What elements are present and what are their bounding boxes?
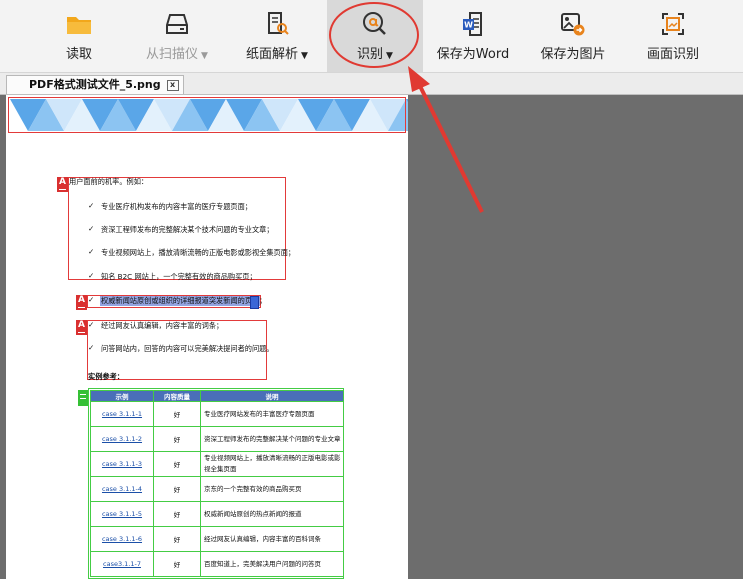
table-row: case 3.1.1-6 好 经过网友认真编辑，内容丰富的百科词条	[90, 526, 344, 552]
quality-cell: 好	[153, 526, 201, 552]
check-icon: ✓	[88, 247, 95, 256]
description-cell: 经过网友认真编辑，内容丰富的百科词条	[200, 526, 344, 552]
word-icon: W	[463, 12, 482, 36]
case-link[interactable]: case 3.1.1-5	[90, 501, 154, 527]
screen-recognize-icon	[662, 13, 684, 35]
image-save-icon	[561, 13, 585, 36]
check-icon: ✓	[88, 224, 95, 233]
from-scanner-label: 从扫描仪	[146, 47, 199, 62]
table-row: case3.1.1-7 好 百度知道上，完美解决用户问题的问答页	[90, 551, 344, 577]
document-tab[interactable]: PDF格式测试文件_5.png x	[6, 75, 184, 94]
check-icon: ✓	[88, 320, 95, 329]
document-tab-title: PDF格式测试文件_5.png	[29, 78, 161, 91]
text-region-marker[interactable]: A	[57, 177, 68, 192]
read-button[interactable]: 读取	[48, 0, 110, 72]
quality-cell: 好	[153, 426, 201, 452]
case-link[interactable]: case3.1.1-7	[90, 551, 154, 577]
scanner-icon	[166, 14, 188, 34]
paper-analysis-button[interactable]: 纸面解析 ▼	[236, 0, 318, 72]
screen-recognize-button[interactable]: 画面识别	[632, 0, 714, 72]
banner-region-box	[8, 97, 406, 133]
document-analyze-icon	[268, 12, 289, 35]
case-link[interactable]: case 3.1.1-2	[90, 426, 154, 452]
save-as-image-label: 保存为图片	[540, 47, 606, 62]
table-row: case 3.1.1-2 好 资深工程师发布的完整解决某个问题的专业文章	[90, 426, 344, 452]
table-header: 说明	[200, 390, 344, 402]
text-region-marker[interactable]: A	[76, 295, 87, 310]
case-link[interactable]: case 3.1.1-6	[90, 526, 154, 552]
check-icon: ✓	[88, 201, 95, 210]
bullet-text: 知名 B2C 网站上，一个完整有效的商品购买页；	[101, 272, 257, 281]
description-cell: 专业医疗网站发布的丰富医疗专题页面	[200, 401, 344, 427]
case-link[interactable]: case 3.1.1-4	[90, 476, 154, 502]
bullet-text: 专业医疗机构发布的内容丰富的医疗专题页面；	[101, 202, 252, 211]
reference-table: 示例 内容质量 说明 case 3.1.1-1 好 专业医疗网站发布的丰富医疗专…	[90, 390, 344, 577]
bullet-text: 经过网友认真编辑，内容丰富的词条；	[101, 321, 224, 330]
quality-cell: 好	[153, 476, 201, 502]
main-toolbar: 读取 从扫描仪 ▼ 纸面解析 ▼ 识别 ▼ W 保存为Word 保存为图片 画面…	[0, 0, 743, 73]
close-icon[interactable]: x	[166, 80, 179, 91]
folder-icon	[67, 17, 91, 34]
document-page: A 用户面前的机率。例如： ✓ 专业医疗机构发布的内容丰富的医疗专题页面； ✓ …	[6, 95, 408, 579]
image-region-marker[interactable]	[250, 296, 259, 309]
table-row: case 3.1.1-3 好 专业视频网站上，播放清晰流畅的正版电影或影视全集页…	[90, 451, 344, 477]
bullet-text: 权威新闻站原创或组织的详细报道突发新闻的页面；	[101, 296, 267, 305]
recognize-label: 识别	[357, 47, 384, 62]
description-cell: 京东的一个完整有效的商品购买页	[200, 476, 344, 502]
text-region-marker[interactable]: A	[76, 320, 87, 335]
save-as-word-button[interactable]: W 保存为Word	[430, 0, 516, 72]
save-as-image-button[interactable]: 保存为图片	[532, 0, 614, 72]
svg-text:W: W	[464, 21, 473, 30]
chevron-down-icon: ▼	[201, 51, 208, 61]
bullet-text: 问答网站内，回答的内容可以完美解决提问者的问题。	[101, 344, 274, 353]
recognize-button[interactable]: 识别 ▼	[327, 0, 423, 72]
from-scanner-button[interactable]: 从扫描仪 ▼	[134, 0, 220, 72]
bullet-text: 资深工程师发布的完整解决某个技术问题的专业文章；	[101, 225, 274, 234]
description-cell: 百度知道上，完美解决用户问题的问答页	[200, 551, 344, 577]
case-link[interactable]: case 3.1.1-3	[90, 451, 154, 477]
document-tab-bar: PDF格式测试文件_5.png x	[0, 73, 743, 95]
save-as-word-label: 保存为Word	[436, 47, 510, 62]
quality-cell: 好	[153, 451, 201, 477]
table-row: case 3.1.1-5 好 权威新闻站原创的热点新闻的报道	[90, 501, 344, 527]
case-link[interactable]: case 3.1.1-1	[90, 401, 154, 427]
quality-cell: 好	[153, 551, 201, 577]
table-row: case 3.1.1-4 好 京东的一个完整有效的商品购买页	[90, 476, 344, 502]
table-region-marker[interactable]	[78, 390, 88, 406]
intro-text: 用户面前的机率。例如：	[69, 177, 149, 186]
table-header: 内容质量	[153, 390, 201, 402]
description-cell: 资深工程师发布的完整解决某个问题的专业文章	[200, 426, 344, 452]
description-cell: 权威新闻站原创的热点新闻的报道	[200, 501, 344, 527]
chevron-down-icon: ▼	[301, 51, 308, 61]
paper-analysis-label: 纸面解析	[246, 47, 299, 62]
check-icon: ✓	[88, 271, 95, 280]
bullet-text: 专业视频网站上，播放清晰流畅的正版电影或影视全集页面；	[101, 248, 296, 257]
description-cell: 专业视频网站上，播放清晰流畅的正版电影或影视全集页面	[200, 451, 344, 477]
read-label: 读取	[65, 47, 92, 62]
reference-title: 实例参考：	[88, 372, 124, 381]
quality-cell: 好	[153, 501, 201, 527]
quality-cell: 好	[153, 401, 201, 427]
recognize-icon	[363, 12, 386, 35]
chevron-down-icon: ▼	[386, 51, 393, 61]
check-icon: ✓	[88, 295, 95, 304]
check-icon: ✓	[88, 343, 95, 352]
screen-recognize-label: 画面识别	[646, 47, 699, 62]
document-canvas[interactable]: A 用户面前的机率。例如： ✓ 专业医疗机构发布的内容丰富的医疗专题页面； ✓ …	[0, 95, 743, 579]
table-header: 示例	[90, 390, 154, 402]
table-row: case 3.1.1-1 好 专业医疗网站发布的丰富医疗专题页面	[90, 401, 344, 427]
